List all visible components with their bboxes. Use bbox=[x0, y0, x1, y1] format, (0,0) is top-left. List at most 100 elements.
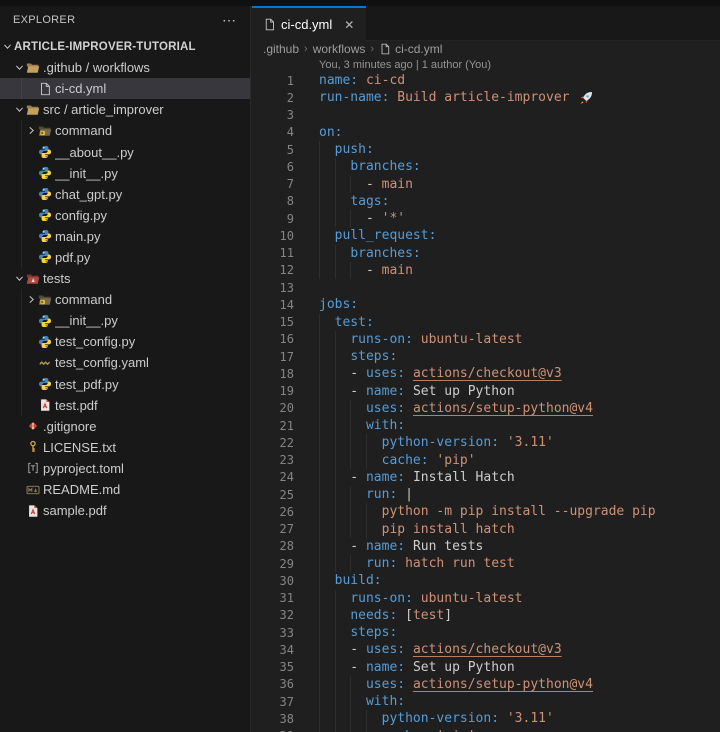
yaml-icon bbox=[38, 355, 52, 370]
pdf-icon bbox=[26, 503, 40, 518]
indent-guide bbox=[334, 486, 336, 504]
tree-item-about-py[interactable]: __about__.py bbox=[0, 141, 250, 163]
indent-guide bbox=[319, 348, 320, 366]
tree-item-ci-cd-yml[interactable]: ci-cd.yml bbox=[0, 78, 250, 100]
code-line: 35 - name: Set up Python bbox=[252, 658, 720, 676]
more-actions-icon[interactable]: ⋯ bbox=[222, 13, 236, 27]
action-link[interactable]: actions/setup-python@v4 bbox=[413, 401, 593, 416]
tree-item-label: main.py bbox=[55, 228, 101, 244]
tree-item-test-pdf-py[interactable]: test_pdf.py bbox=[0, 373, 250, 395]
line-number: 16 bbox=[279, 332, 294, 347]
indent-guide bbox=[350, 675, 352, 693]
tree-item-pyproject-toml[interactable]: pyproject.toml bbox=[0, 458, 250, 479]
close-icon[interactable]: ✕ bbox=[344, 19, 354, 31]
tree-item-init-py[interactable]: __init__.py bbox=[0, 310, 250, 332]
tree-item-chat-gpt-py[interactable]: chat_gpt.py bbox=[0, 183, 250, 205]
indent-guide bbox=[350, 727, 352, 732]
indent-guide bbox=[319, 434, 320, 452]
tree-item-test-config-yaml[interactable]: test_config.yaml bbox=[0, 352, 250, 374]
chevron-down-icon[interactable] bbox=[12, 271, 26, 287]
indent-guide bbox=[319, 537, 320, 555]
code-line-content: cache: 'pip' bbox=[319, 727, 476, 732]
indent-guide bbox=[319, 158, 320, 176]
line-number: 33 bbox=[279, 625, 294, 640]
code-line: 21 with: bbox=[252, 417, 720, 435]
code-line-content: run: | bbox=[319, 486, 413, 504]
indent-guide bbox=[319, 572, 320, 590]
line-number: 12 bbox=[279, 263, 294, 278]
chevron-right-icon[interactable] bbox=[24, 292, 38, 308]
chevron-right-icon[interactable] bbox=[24, 123, 38, 139]
tab-label: ci-cd.yml bbox=[281, 17, 333, 32]
code-editor[interactable]: 1 name: ci-cd 2 run-name: Build article-imp… bbox=[252, 72, 720, 732]
line-number: 1 bbox=[286, 73, 294, 88]
tree-item-license-txt[interactable]: LICENSE.txt bbox=[0, 437, 250, 458]
tree-item-label: command bbox=[55, 123, 113, 139]
line-number: 21 bbox=[279, 418, 294, 433]
tree-item-main-py[interactable]: main.py bbox=[0, 225, 250, 248]
indent-guide bbox=[350, 555, 352, 573]
indent-guide bbox=[350, 451, 352, 469]
code-line: 22 python-version: '3.11' bbox=[252, 434, 720, 452]
action-link[interactable]: actions/checkout@v3 bbox=[413, 642, 562, 657]
code-line: 20 uses: actions/setup-python@v4 bbox=[252, 399, 720, 417]
code-line-content: - name: Set up Python bbox=[319, 382, 515, 400]
action-link[interactable]: actions/checkout@v3 bbox=[413, 366, 562, 381]
line-number: 37 bbox=[279, 694, 294, 709]
chevron-down-icon[interactable] bbox=[12, 102, 26, 118]
indent-guide bbox=[334, 175, 336, 193]
indent-guide bbox=[319, 468, 320, 486]
chevron-down-icon[interactable] bbox=[0, 39, 14, 55]
tree-item-sample-pdf[interactable]: sample.pdf bbox=[0, 500, 250, 521]
indent-guide bbox=[334, 158, 336, 176]
code-line: 19 - name: Set up Python bbox=[252, 382, 720, 400]
code-line-content: push: bbox=[319, 141, 374, 159]
tree-item-test-pdf[interactable]: test.pdf bbox=[0, 394, 250, 416]
tab-bar: ci-cd.yml ✕ bbox=[252, 6, 720, 41]
tab-ci-cd-yml[interactable]: ci-cd.yml ✕ bbox=[252, 6, 366, 41]
explorer-header: EXPLORER ⋯ bbox=[0, 6, 250, 34]
code-line: 5 push: bbox=[252, 141, 720, 159]
code-line: 8 tags: bbox=[252, 192, 720, 210]
chevron-down-icon[interactable] bbox=[12, 60, 26, 76]
folder-command-icon bbox=[38, 123, 52, 138]
breadcrumb-item-ci-cd-yml[interactable]: ci-cd.yml bbox=[395, 42, 442, 56]
code-line: 15 test: bbox=[252, 313, 720, 331]
tree-item-gitignore[interactable]: .gitignore bbox=[0, 416, 250, 437]
tree-item-article-improver-tutorial[interactable]: ARTICLE-IMPROVER-TUTORIAL bbox=[0, 36, 250, 57]
code-line-content: - '*' bbox=[319, 210, 405, 228]
code-line: 39 cache: 'pip' bbox=[252, 727, 720, 732]
python-icon bbox=[38, 187, 52, 202]
indent-guide bbox=[319, 451, 320, 469]
tree-item-label: test.pdf bbox=[55, 397, 98, 413]
indent-guide bbox=[334, 710, 336, 728]
line-number: 31 bbox=[279, 591, 294, 606]
action-link[interactable]: actions/setup-python@v4 bbox=[413, 677, 593, 692]
code-line: 25 run: | bbox=[252, 486, 720, 504]
breadcrumb-item-workflows[interactable]: workflows bbox=[313, 42, 366, 56]
tree-item-label: chat_gpt.py bbox=[55, 186, 123, 202]
indent-guide bbox=[334, 641, 336, 659]
indent-guide bbox=[365, 520, 367, 538]
code-line: 29 run: hatch run test bbox=[252, 555, 720, 573]
code-line-content: build: bbox=[319, 572, 382, 590]
code-line: 30 build: bbox=[252, 572, 720, 590]
tree-item-init-py[interactable]: __init__.py bbox=[0, 162, 250, 184]
tree-item-readme-md[interactable]: README.md bbox=[0, 479, 250, 500]
tree-item-command[interactable]: command bbox=[0, 120, 250, 142]
tree-item-tests[interactable]: tests bbox=[0, 268, 250, 289]
indent-guide bbox=[365, 727, 367, 732]
tree-item-config-py[interactable]: config.py bbox=[0, 204, 250, 226]
tree-item-github-workflows[interactable]: .github / workflows bbox=[0, 57, 250, 78]
git-blame-annotation[interactable]: You, 3 minutes ago | 1 author (You) bbox=[252, 57, 720, 72]
tree-item-src-article-improver[interactable]: src / article_improver bbox=[0, 99, 250, 120]
tree-item-pdf-py[interactable]: pdf.py bbox=[0, 246, 250, 269]
pdf-icon bbox=[38, 398, 52, 413]
tree-item-command[interactable]: command bbox=[0, 289, 250, 311]
code-line-content: uses: actions/setup-python@v4 bbox=[319, 399, 593, 417]
indent-guide bbox=[334, 503, 336, 521]
indent-guide bbox=[365, 503, 367, 521]
tree-item-test-config-py[interactable]: test_config.py bbox=[0, 331, 250, 353]
folder-icon bbox=[26, 102, 40, 117]
breadcrumb-item-github[interactable]: .github bbox=[263, 42, 299, 56]
